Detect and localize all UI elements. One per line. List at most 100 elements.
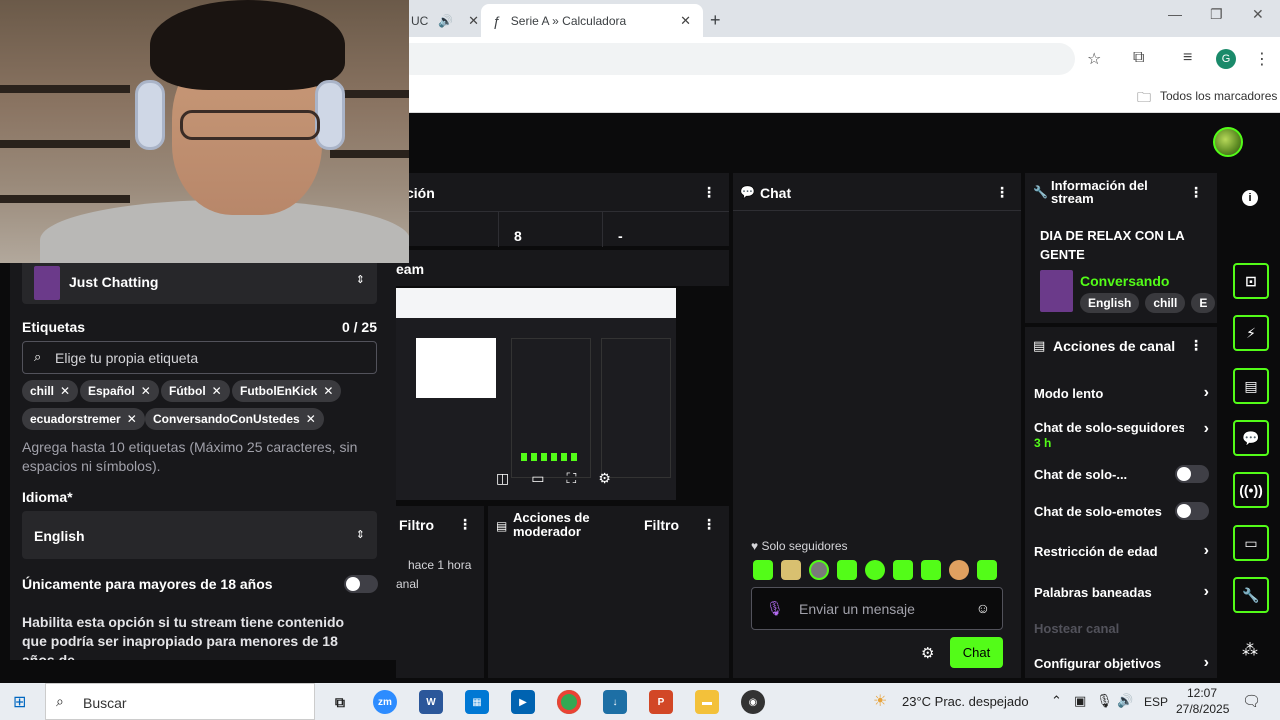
emote-icon[interactable] <box>837 560 857 580</box>
new-tab-button[interactable]: + <box>710 4 721 37</box>
user-avatar[interactable] <box>1213 127 1243 157</box>
bookmark-star-icon[interactable]: ☆ <box>1087 49 1101 69</box>
close-tab-icon[interactable]: ✕ <box>468 13 479 29</box>
extensions-icon[interactable]: ⧉ <box>1133 49 1144 67</box>
profile-avatar[interactable]: G <box>1216 49 1236 69</box>
kebab-icon[interactable]: ⋮ <box>702 516 716 533</box>
bookmarks-all-label[interactable]: Todos los marcadores <box>1160 89 1277 103</box>
lightning-icon[interactable]: ⚡ <box>1233 315 1269 351</box>
broadcast-icon[interactable]: ((•)) <box>1233 472 1269 508</box>
network-icon[interactable]: ▣ <box>1074 693 1086 709</box>
toggle-switch[interactable] <box>1175 502 1209 520</box>
emote-icon[interactable] <box>921 560 941 580</box>
adult-only-toggle[interactable] <box>344 575 378 593</box>
weather-text[interactable]: 23°C Prac. despejado <box>902 694 1029 709</box>
emote-icon[interactable] <box>753 560 773 580</box>
wrench-icon[interactable]: 🔧 <box>1233 577 1269 613</box>
close-icon[interactable]: ✕ <box>141 384 151 398</box>
tag-chip: Fútbol ✕ <box>161 380 230 402</box>
zoom-icon[interactable]: zm <box>373 690 397 714</box>
toggle-switch[interactable] <box>1175 465 1209 483</box>
volume-icon[interactable]: 🔊 <box>1117 693 1133 709</box>
minimize-icon[interactable]: — <box>1168 6 1182 22</box>
file-explorer-icon[interactable]: ▬ <box>695 690 719 714</box>
chat-input[interactable]: 🎙 Enviar un mensaje ☺ <box>751 587 1003 630</box>
kebab-icon[interactable]: ⋮ <box>1189 337 1203 354</box>
obs-icon[interactable]: ◉ <box>741 690 765 714</box>
clock-time[interactable]: 12:07 <box>1187 686 1217 700</box>
task-view-icon[interactable]: ⧉ <box>328 690 352 714</box>
media-control-icon[interactable]: ≡ <box>1183 49 1192 67</box>
windows-taskbar: ⊞ ⌕ Buscar ⧉ zm W ▦ ▶ ↓ P ▬ ◉ ☀ 23°C Pra… <box>0 683 1280 720</box>
input-language[interactable]: ESP <box>1144 695 1168 709</box>
action-banned-words[interactable]: Palabras baneadas › <box>1034 583 1209 600</box>
stream-video[interactable]: ◫ ▭ ⛶ ⚙ <box>396 288 676 500</box>
emote-icon[interactable] <box>809 560 829 580</box>
emote-icon[interactable] <box>949 560 969 580</box>
action-followers-only[interactable]: Chat de solo-seguidores 3 h › <box>1034 420 1209 450</box>
emote-icon[interactable] <box>865 560 885 580</box>
browser-tab-uc[interactable]: UC 🔊 ✕ <box>409 4 479 37</box>
omnibox[interactable] <box>395 43 1075 75</box>
action-age-restriction[interactable]: Restricción de edad › <box>1034 542 1209 559</box>
search-icon: ⌕ <box>34 349 42 364</box>
filter-button[interactable]: Filtro <box>399 517 434 533</box>
emote-icon[interactable] <box>781 560 801 580</box>
kebab-icon[interactable]: ⋮ <box>995 184 1009 201</box>
settings-gear-icon[interactable]: ⚙ <box>598 470 611 487</box>
close-icon[interactable]: ✕ <box>306 412 316 426</box>
menu-kebab-icon[interactable]: ⋮ <box>1254 49 1270 69</box>
stats-panel: ción ⋮ 8 - <box>396 173 729 247</box>
category-name[interactable]: Conversando <box>1080 273 1169 289</box>
tags-search-input[interactable]: ⌕ Elige tu propia etiqueta <box>22 341 377 374</box>
media-player-icon[interactable]: ▶ <box>511 690 535 714</box>
clock-date[interactable]: 27/8/2025 <box>1176 702 1229 716</box>
browser-tab-calculadora[interactable]: ƒ Serie A » Calculadora ✕ <box>481 4 703 37</box>
emoji-icon[interactable]: ☺ <box>976 600 990 616</box>
microphone-icon[interactable]: 🎙 <box>1096 693 1113 709</box>
share-icon[interactable]: ⁂ <box>1242 640 1258 660</box>
close-icon[interactable]: ✕ <box>60 384 70 398</box>
powerpoint-icon[interactable]: P <box>649 690 673 714</box>
search-icon: ⌕ <box>56 693 64 709</box>
store-icon[interactable]: ▦ <box>465 690 489 714</box>
language-select[interactable]: English ⇕ <box>22 511 377 559</box>
theater-icon[interactable]: ▭ <box>531 470 544 487</box>
layout-icon[interactable]: ▭ <box>1233 525 1269 561</box>
filter-button[interactable]: Filtro <box>644 517 679 533</box>
emote-icon[interactable] <box>977 560 997 580</box>
chat-bubble-icon[interactable]: 💬 <box>1233 420 1269 456</box>
send-chat-button[interactable]: Chat <box>950 637 1003 668</box>
notifications-icon[interactable]: 🗨 <box>1242 692 1261 710</box>
taskbar-search[interactable]: ⌕ Buscar <box>45 683 315 720</box>
webcam-overlay <box>0 0 409 263</box>
restore-icon[interactable]: ❐ <box>1210 6 1223 23</box>
chevron-up-icon[interactable]: ⌃ <box>1051 693 1062 709</box>
stream-info-panel: 🔧 Información del stream ⋮ DIA DE RELAX … <box>1025 173 1217 323</box>
kebab-icon[interactable]: ⋮ <box>702 184 716 201</box>
pip-icon[interactable]: ◫ <box>496 470 509 487</box>
action-slow-mode[interactable]: Modo lento › <box>1034 384 1209 401</box>
close-icon[interactable]: ✕ <box>127 412 137 426</box>
fullscreen-icon[interactable]: ⛶ <box>566 470 576 487</box>
chat-settings-icon[interactable]: ⚙ <box>921 644 934 662</box>
windows-start-icon[interactable]: ⊞ <box>13 692 26 712</box>
emote-icon[interactable] <box>893 560 913 580</box>
kebab-icon[interactable]: ⋮ <box>1189 184 1203 201</box>
kebab-icon[interactable]: ⋮ <box>458 516 472 533</box>
word-icon[interactable]: W <box>419 690 443 714</box>
notes-icon[interactable]: ▤ <box>1233 368 1269 404</box>
screenshot-icon[interactable]: ⊡ <box>1233 263 1269 299</box>
category-select[interactable]: Just Chatting ⇕ <box>22 263 377 304</box>
chrome-icon[interactable] <box>557 690 581 714</box>
close-icon[interactable]: ✕ <box>323 384 333 398</box>
close-icon[interactable]: ✕ <box>212 384 222 398</box>
action-goals[interactable]: Configurar objetivos › <box>1034 654 1209 671</box>
info-icon[interactable]: i <box>1242 190 1258 206</box>
speaker-icon[interactable]: 🔊 <box>438 14 453 28</box>
microphone-icon[interactable]: 🎙 <box>766 600 784 617</box>
tags-placeholder: Elige tu propia etiqueta <box>55 350 199 366</box>
close-window-icon[interactable]: ✕ <box>1252 6 1264 23</box>
app-icon[interactable]: ↓ <box>603 690 627 714</box>
close-tab-icon[interactable]: ✕ <box>680 13 691 29</box>
